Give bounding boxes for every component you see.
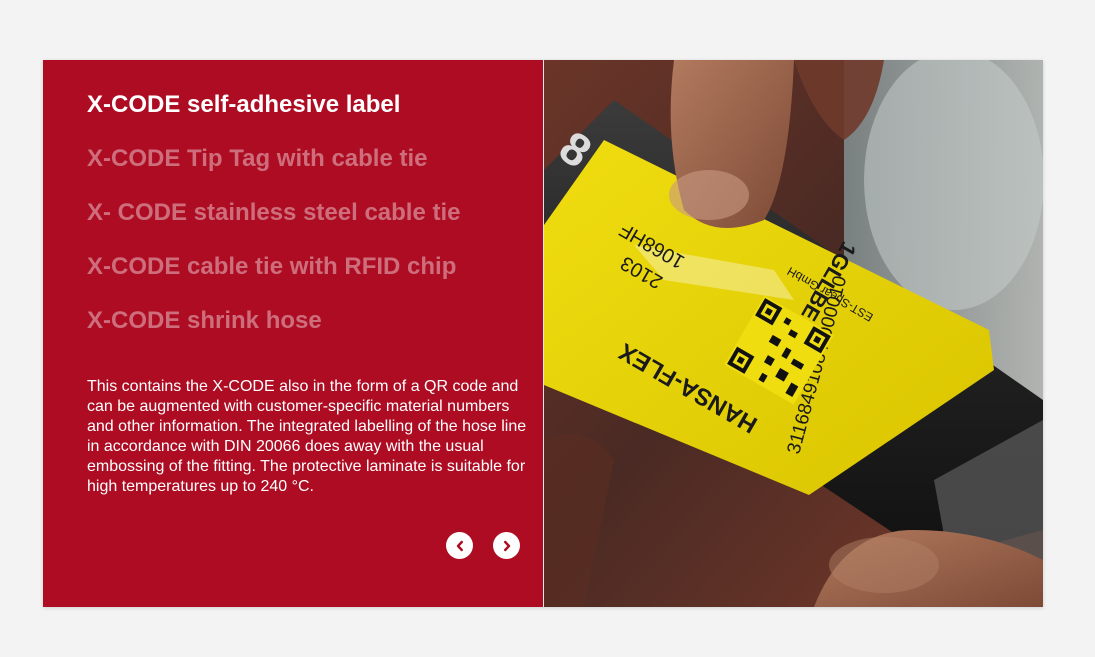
product-description: This contains the X-CODE also in the for… [87,378,527,495]
tab-tip-tag[interactable]: X-CODE Tip Tag with cable tie [87,144,523,174]
product-tabs: X-CODE self-adhesive label X-CODE Tip Ta… [87,90,523,336]
content-panel: X-CODE self-adhesive label X-CODE Tip Ta… [43,60,543,607]
product-slider: X-CODE self-adhesive label X-CODE Tip Ta… [43,60,1043,607]
slider-navigation [446,532,520,559]
next-button[interactable] [493,532,520,559]
hose-label-photo: 8 0 3116849108 / 000010 EST-Spear GmbH 1… [544,60,1043,607]
chevron-right-icon [503,540,510,551]
tab-self-adhesive-label[interactable]: X-CODE self-adhesive label [87,90,523,120]
chevron-left-icon [456,540,463,551]
tab-cable-tie-rfid[interactable]: X-CODE cable tie with RFID chip [87,252,523,282]
product-photo: 8 0 3116849108 / 000010 EST-Spear GmbH 1… [544,60,1043,607]
tab-shrink-hose[interactable]: X-CODE shrink hose [87,306,523,336]
tab-stainless-steel-cable-tie[interactable]: X- CODE stainless steel cable tie [87,198,523,228]
previous-button[interactable] [446,532,473,559]
